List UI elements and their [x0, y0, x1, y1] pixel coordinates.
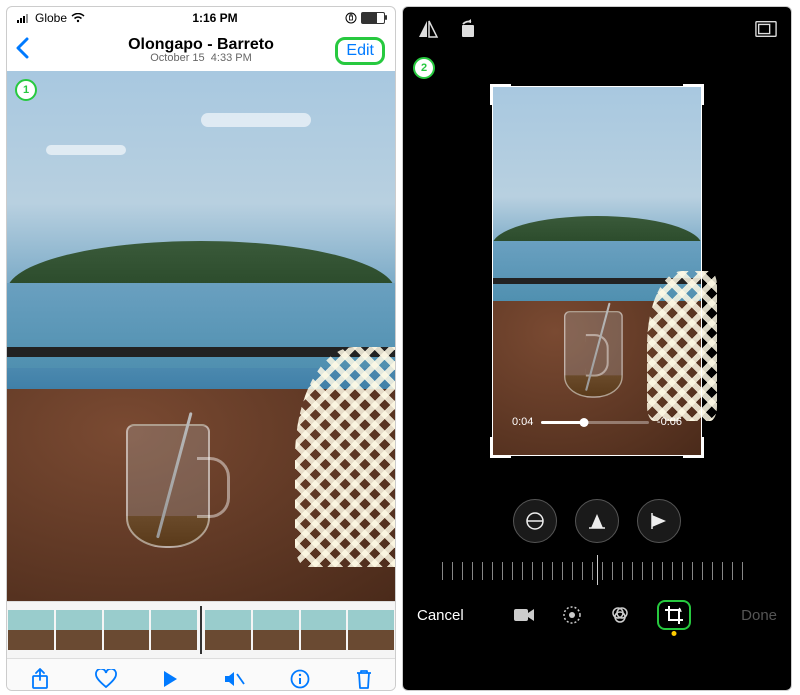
crop-icon [663, 604, 685, 626]
editor-top-bar [403, 7, 791, 51]
crop-handle-tr[interactable] [683, 84, 704, 105]
crop-handle-bl[interactable] [490, 437, 511, 458]
mute-icon[interactable] [223, 670, 245, 688]
done-button[interactable]: Done [741, 607, 777, 624]
bottom-toolbar [7, 659, 395, 691]
page-subtitle: October 15 4:33 PM [150, 52, 252, 64]
playhead[interactable] [200, 606, 202, 654]
tab-video-icon[interactable] [513, 604, 535, 626]
filmstrip-thumb[interactable] [348, 610, 394, 650]
tab-adjust-icon[interactable] [561, 604, 583, 626]
battery-icon [361, 12, 385, 24]
rotation-ruler[interactable] [403, 551, 791, 591]
horizontal-perspective-button[interactable] [637, 499, 681, 543]
cancel-button[interactable]: Cancel [417, 607, 464, 624]
back-button[interactable] [15, 37, 29, 59]
info-icon[interactable] [290, 669, 310, 689]
video-crop-editor: 2 0:04 -0:06 [402, 6, 792, 691]
crop-frame[interactable]: 0:04 -0:06 [492, 86, 702, 456]
video-preview[interactable]: 1 [7, 71, 395, 601]
crop-handle-br[interactable] [683, 437, 704, 458]
play-icon[interactable] [162, 670, 178, 688]
signal-icon [17, 13, 31, 23]
rotate-icon[interactable] [457, 18, 479, 40]
crop-border [492, 86, 702, 456]
edit-button[interactable]: Edit [335, 37, 385, 65]
straighten-button[interactable] [513, 499, 557, 543]
aspect-ratio-icon[interactable] [755, 18, 777, 40]
filmstrip-thumb[interactable] [151, 610, 197, 650]
share-icon[interactable] [30, 668, 50, 690]
step-badge-1: 1 [15, 79, 37, 101]
status-bar: Globe 1:16 PM [7, 7, 395, 29]
filmstrip-thumb[interactable] [56, 610, 102, 650]
ruler-needle[interactable] [597, 555, 598, 585]
trash-icon[interactable] [355, 668, 373, 690]
filmstrip-thumb[interactable] [104, 610, 150, 650]
nav-bar: Olongapo - Barreto October 15 4:33 PM Ed… [7, 29, 395, 71]
step-badge-2: 2 [413, 57, 435, 79]
vertical-perspective-button[interactable] [575, 499, 619, 543]
orientation-lock-icon [345, 12, 357, 24]
crop-canvas[interactable]: 2 0:04 -0:06 [403, 51, 791, 491]
photos-viewer-screen: Globe 1:16 PM Olongapo - Barreto October… [6, 6, 396, 691]
tab-filters-icon[interactable] [609, 604, 631, 626]
filmstrip-thumb[interactable] [8, 610, 54, 650]
carrier-label: Globe [35, 11, 67, 25]
crop-handle-tl[interactable] [490, 84, 511, 105]
wifi-icon [71, 13, 85, 23]
active-tab-dot [672, 631, 677, 636]
editor-bottom-bar: Cancel Done [403, 591, 791, 639]
video-filmstrip[interactable] [7, 601, 395, 659]
heart-icon[interactable] [95, 669, 117, 689]
clock-label: 1:16 PM [192, 11, 237, 25]
filmstrip-thumb[interactable] [301, 610, 347, 650]
filmstrip-thumb[interactable] [205, 610, 251, 650]
adjust-buttons [403, 491, 791, 551]
flip-horizontal-icon[interactable] [417, 18, 439, 40]
filmstrip-thumb[interactable] [253, 610, 299, 650]
tab-crop-active[interactable] [657, 600, 691, 630]
